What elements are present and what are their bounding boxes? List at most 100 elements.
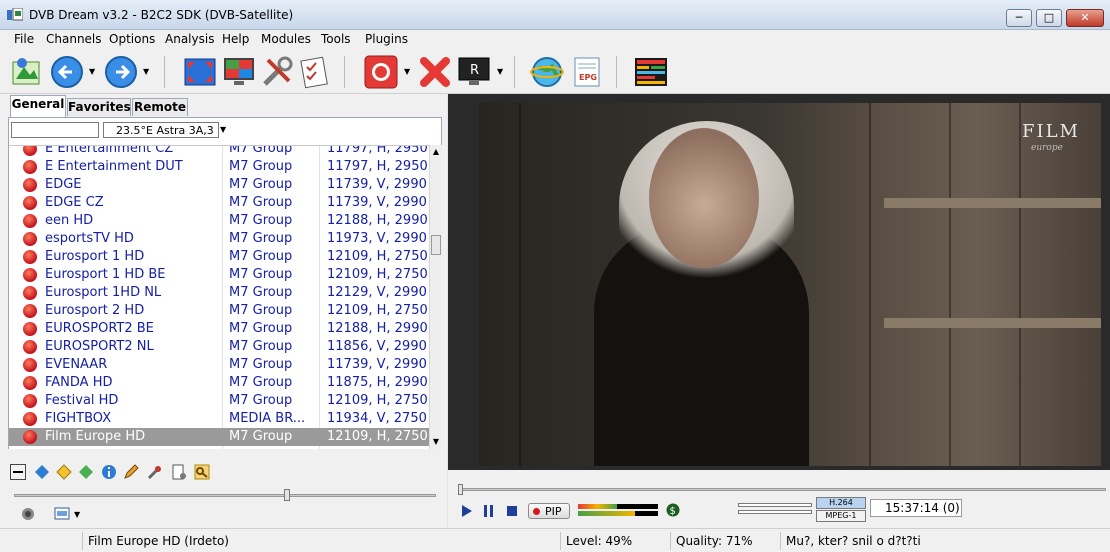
channel-row[interactable]: EVENAAR M7 Group 11739, V, 2990	[9, 356, 429, 374]
stop-icon[interactable]	[505, 504, 519, 518]
minimize-button[interactable]: ─	[1006, 9, 1032, 27]
satellite-select[interactable]: 23.5°E Astra 3A,3	[103, 122, 219, 138]
screen-dropdown-icon[interactable]: ▼	[497, 67, 503, 76]
globe-icon[interactable]	[530, 55, 564, 89]
person-face	[649, 128, 759, 268]
tab-general[interactable]: General	[10, 95, 66, 117]
forward-dropdown-icon[interactable]: ▼	[143, 67, 149, 76]
channel-row[interactable]: EUROSPORT2 NL M7 Group 11856, V, 2990	[9, 338, 429, 356]
volume-slider-track[interactable]	[14, 494, 436, 497]
screen-record-icon[interactable]: R	[457, 55, 491, 89]
menu-file[interactable]: File	[14, 32, 34, 46]
document-icon[interactable]	[171, 464, 187, 480]
channel-row[interactable]: EDGE CZ M7 Group 11739, V, 2990	[9, 194, 429, 212]
scrambled-channel-icon	[23, 178, 37, 192]
monitor-icon[interactable]	[222, 55, 256, 89]
channel-row[interactable]: FIGHTBOX MEDIA BR... 11934, V, 2750	[9, 410, 429, 428]
channel-row[interactable]: Eurosport 2 HD M7 Group 12109, H, 2750	[9, 302, 429, 320]
speaker-icon[interactable]	[20, 506, 36, 522]
scrollbar-thumb[interactable]	[431, 235, 441, 255]
channel-provider: M7 Group	[229, 375, 293, 390]
channel-list-icon[interactable]	[10, 55, 44, 89]
record-icon[interactable]	[364, 55, 398, 89]
channel-name: Festival HD	[45, 393, 119, 408]
menu-help[interactable]: Help	[222, 32, 249, 46]
pause-icon[interactable]	[482, 504, 496, 518]
checklist-icon[interactable]	[298, 55, 332, 89]
edit-icon[interactable]	[123, 464, 139, 480]
scroll-up-icon[interactable]: ▲	[430, 147, 442, 156]
channel-row[interactable]: FANDA HD M7 Group 11875, H, 2990	[9, 374, 429, 392]
wrench-icon[interactable]	[147, 464, 163, 480]
scrambled-channel-icon	[23, 232, 37, 246]
channel-row[interactable]: Film Europe HD M7 Group 12109, H, 2750	[9, 428, 429, 446]
scroll-down-icon[interactable]: ▼	[430, 437, 442, 446]
channel-name: EDGE	[45, 177, 82, 192]
key-icon[interactable]	[194, 464, 210, 480]
toolbar-separator	[164, 56, 165, 88]
close-button[interactable]: ✕	[1066, 9, 1104, 27]
tab-remote[interactable]: Remote	[132, 98, 188, 116]
channel-row[interactable]: esportsTV HD M7 Group 11973, V, 2990	[9, 230, 429, 248]
dollar-icon[interactable]: $	[666, 503, 680, 517]
info-icon[interactable]	[101, 464, 117, 480]
channel-list-scrollbar[interactable]: ▲ ▼	[429, 145, 442, 449]
menu-plugins[interactable]: Plugins	[365, 32, 408, 46]
channel-provider: M7 Group	[229, 145, 293, 156]
channel-actions-bar	[8, 462, 438, 482]
minus-button-icon[interactable]	[10, 464, 26, 480]
toolbar-separator	[616, 56, 617, 88]
record-dropdown-icon[interactable]: ▼	[404, 67, 410, 76]
pip-button[interactable]: PIP	[528, 503, 570, 519]
tools-icon[interactable]	[260, 55, 294, 89]
title-bar[interactable]: DVB Dream v3.2 - B2C2 SDK (DVB-Satellite…	[0, 0, 1110, 30]
teletext-icon[interactable]	[634, 55, 668, 89]
satellite-dropdown-icon[interactable]: ▼	[220, 125, 226, 134]
channel-row[interactable]: Eurosport 1 HD BE M7 Group 12109, H, 2750	[9, 266, 429, 284]
fullscreen-icon[interactable]	[183, 55, 217, 89]
scrambled-channel-icon	[23, 394, 37, 408]
blue-diamond-icon[interactable]	[34, 464, 50, 480]
video-display[interactable]: FILM europe	[479, 103, 1101, 466]
tab-favorites[interactable]: Favorites	[67, 98, 131, 116]
seek-bar[interactable]	[458, 488, 1106, 491]
screen-mode-icon[interactable]	[54, 506, 70, 522]
maximize-button[interactable]: □	[1036, 9, 1062, 27]
channel-row[interactable]: Eurosport 1 HD M7 Group 12109, H, 2750	[9, 248, 429, 266]
menu-channels[interactable]: Channels	[46, 32, 102, 46]
scrambled-channel-icon	[23, 304, 37, 318]
channel-row[interactable]: EUROSPORT2 BE M7 Group 12188, H, 2990	[9, 320, 429, 338]
volume-slider-thumb[interactable]	[284, 489, 290, 501]
menu-tools[interactable]: Tools	[321, 32, 351, 46]
channel-row[interactable]: Eurosport 1HD NL M7 Group 12129, V, 2990	[9, 284, 429, 302]
scrambled-channel-icon	[23, 358, 37, 372]
channel-row[interactable]: E Entertainment DUT M7 Group 11797, H, 295…	[9, 158, 429, 176]
epg-icon[interactable]: EPG	[570, 55, 604, 89]
channel-name: E Entertainment DUT	[45, 159, 183, 174]
menu-bar: File Channels Options Analysis Help Modu…	[0, 30, 1110, 50]
channel-frequency: 12129, V, 2990	[327, 285, 427, 300]
menu-options[interactable]: Options	[109, 32, 155, 46]
channel-search-input[interactable]	[11, 122, 99, 138]
delete-icon[interactable]	[418, 55, 452, 89]
pip-dot-icon	[533, 508, 540, 515]
shelf	[884, 318, 1101, 328]
menu-modules[interactable]: Modules	[261, 32, 311, 46]
channel-row[interactable]: Festival HD M7 Group 12109, H, 2750	[9, 392, 429, 410]
back-dropdown-icon[interactable]: ▼	[89, 67, 95, 76]
status-quality: Quality: 71%	[676, 534, 753, 548]
back-icon[interactable]	[50, 55, 84, 89]
toolbar: ▼ ▼ ▼ R ▼ EPG	[0, 50, 1110, 94]
forward-icon[interactable]	[104, 55, 138, 89]
channel-name: Film Europe HD	[45, 429, 146, 444]
yellow-diamond-icon[interactable]	[56, 464, 72, 480]
channel-list[interactable]: E Entertainment CZ M7 Group 11797, H, 2950…	[9, 145, 429, 449]
green-diamond-icon[interactable]	[78, 464, 94, 480]
seek-thumb[interactable]	[458, 484, 463, 495]
channel-row[interactable]: E Entertainment CZ M7 Group 11797, H, 2950	[9, 145, 429, 158]
menu-analysis[interactable]: Analysis	[165, 32, 214, 46]
channel-row[interactable]: EDGE M7 Group 11739, V, 2990	[9, 176, 429, 194]
screen-mode-dropdown-icon[interactable]: ▼	[74, 510, 80, 519]
play-icon[interactable]	[460, 504, 474, 518]
channel-row[interactable]: een HD M7 Group 12188, H, 2990	[9, 212, 429, 230]
